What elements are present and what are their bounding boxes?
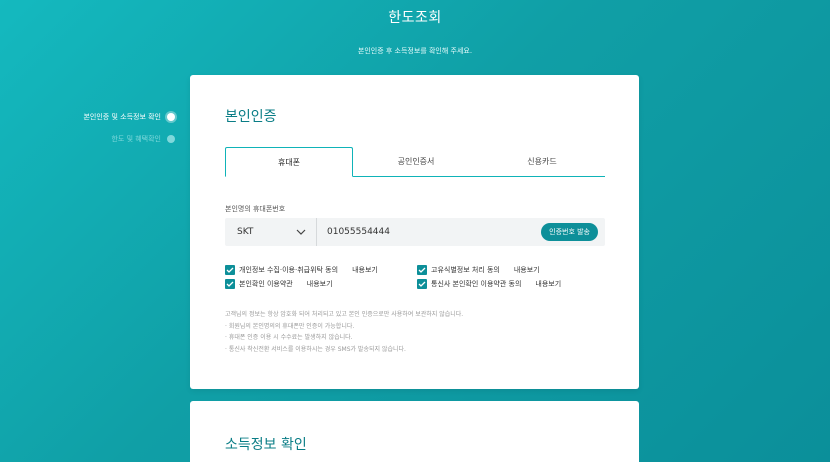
auth-method-tabs: 휴대폰 공인인증서 신용카드 [225,147,605,177]
identity-verification-card: 본인인증 휴대폰 공인인증서 신용카드 본인명의 휴대폰번호 SKT 인증번호 … [190,75,639,389]
view-details-link[interactable]: 내용보기 [307,279,333,289]
step-identity-income: 본인인증 및 소득정보 확인 [60,109,175,125]
card-title: 소득정보 확인 [225,437,307,453]
tab-certificate[interactable]: 공인인증서 [353,147,479,176]
page-title: 한도조회 [388,10,442,26]
carrier-value: SKT [237,227,254,237]
checkbox-checked-icon[interactable] [225,265,235,275]
checkbox-checked-icon[interactable] [417,265,427,275]
step-limit-benefit: 한도 및 혜택확인 [60,131,175,147]
phone-input-row: SKT 인증번호 발송 [225,218,605,246]
tab-mobile-phone[interactable]: 휴대폰 [225,147,353,177]
notice-line: 고객님의 정보는 항상 암호화 되어 처리되고 있고 본인 인증으로만 사용하여… [225,311,464,318]
notice-line: · 휴대폰 인증 이용 시 수수료는 발생하지 않습니다. [225,334,353,341]
notice-line: · 회원님의 본인명의의 휴대폰만 인증이 가능합니다. [225,322,355,330]
agreement-text: 본인확인 이용약관 [239,280,293,288]
chevron-down-icon [296,229,306,235]
income-info-card: 소득정보 확인 [190,401,639,462]
agreement-item[interactable]: 본인확인 이용약관 내용보기 [225,278,333,290]
carrier-select[interactable]: SKT [225,218,317,246]
page-subtitle: 본인인증 후 소득정보를 확인해 주세요. [357,47,473,55]
tab-credit-card[interactable]: 신용카드 [479,147,605,176]
notice-line: · 통신사 착신전환 서비스를 이용하시는 경우 SMS가 발송되지 않습니다. [225,345,406,353]
agreement-item[interactable]: 개인정보 수집·이용·취급위탁 동의 내용보기 [225,264,378,276]
agreement-text: 고유식별정보 처리 동의 [431,266,500,274]
view-details-link[interactable]: 내용보기 [514,265,540,275]
step-label: 본인인증 및 소득정보 확인 [83,113,161,121]
phone-number-input[interactable] [317,218,542,246]
card-title: 본인인증 [225,109,277,125]
view-details-link[interactable]: 내용보기 [352,265,378,275]
phone-field-label: 본인명의 휴대폰번호 [225,205,286,213]
agreement-text: 개인정보 수집·이용·취급위탁 동의 [239,266,339,274]
agreement-text: 통신사 본인확인 이용약관 동의 [431,280,522,288]
agreement-item[interactable]: 고유식별정보 처리 동의 내용보기 [417,264,540,276]
step-inactive-dot-icon [167,135,175,143]
view-details-link[interactable]: 내용보기 [535,279,561,289]
notice-text: 고객님의 정보는 항상 암호화 되어 처리되고 있고 본인 인증으로만 사용하여… [225,309,625,355]
step-indicator: 본인인증 및 소득정보 확인 한도 및 혜택확인 [60,109,175,153]
checkbox-checked-icon[interactable] [225,279,235,289]
step-active-dot-icon [167,113,175,121]
send-verification-button[interactable]: 인증번호 발송 [541,223,598,241]
agreement-item[interactable]: 통신사 본인확인 이용약관 동의 내용보기 [417,278,561,290]
step-label: 한도 및 혜택확인 [111,135,161,143]
checkbox-checked-icon[interactable] [417,279,427,289]
